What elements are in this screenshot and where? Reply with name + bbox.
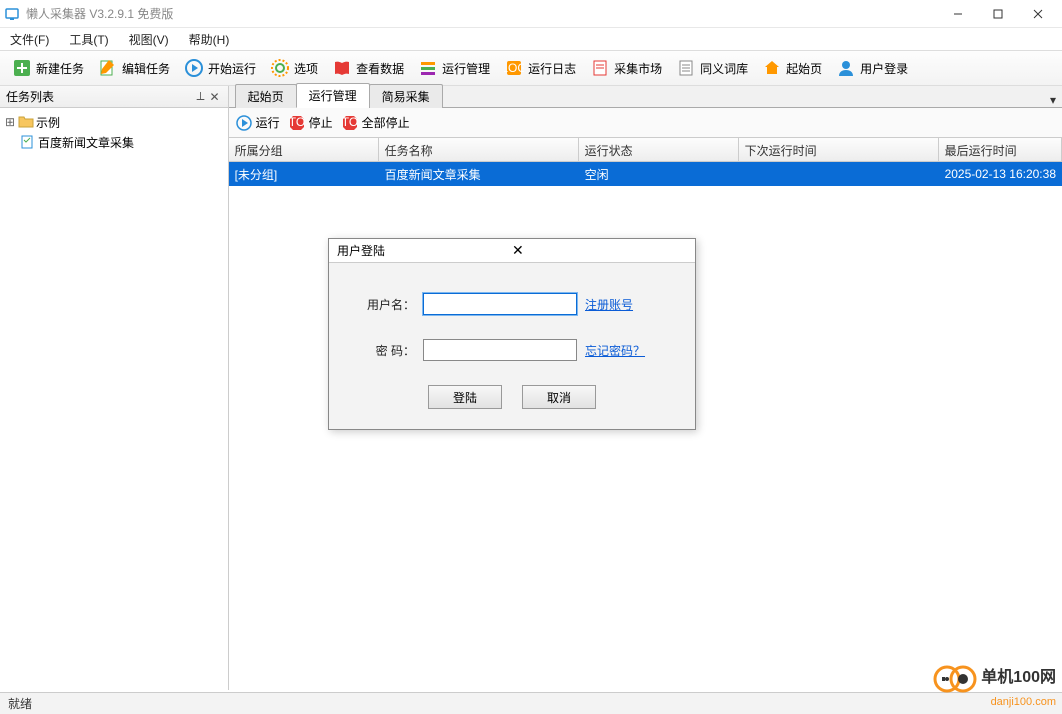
menu-tool[interactable]: 工具(T) [65,29,112,50]
sub-run-button[interactable]: 运行 [235,114,280,132]
watermark: 单机100网 danji100.com [932,663,1056,708]
options-button[interactable]: 选项 [264,56,324,80]
plus-icon [12,58,32,78]
cancel-button[interactable]: 取消 [522,385,596,409]
status-text: 就绪 [8,695,32,712]
username-label: 用户名： [349,296,415,313]
play-icon [235,114,253,132]
manage-icon [418,58,438,78]
statusbar: 就绪 [0,692,1062,714]
app-icon [4,6,20,22]
titlebar: 懒人采集器 V3.2.9.1 免费版 [0,0,1062,28]
col-group[interactable]: 所属分组 [229,138,379,161]
forgot-password-link[interactable]: 忘记密码？ [585,342,645,359]
toolbar: 新建任务 编辑任务 开始运行 选项 查看数据 运行管理 LOG运行日志 采集市场… [0,50,1062,86]
start-page-button[interactable]: 起始页 [756,56,828,80]
close-button[interactable] [1018,0,1058,28]
tabstrip: 起始页 运行管理 简易采集 ▾ [229,86,1062,108]
col-last-run[interactable]: 最后运行时间 [939,138,1062,161]
tree-group-item[interactable]: ⊞ 示例 [2,112,226,132]
tab-simple-collect[interactable]: 简易采集 [369,84,443,108]
edit-icon [98,58,118,78]
maximize-button[interactable] [978,0,1018,28]
expand-icon[interactable]: ⊞ [4,115,16,129]
user-icon [836,58,856,78]
watermark-icon [932,664,978,694]
log-icon: LOG [504,58,524,78]
tab-dropdown-icon[interactable]: ▾ [1044,93,1062,107]
sidebar-title: 任务列表 [6,88,54,105]
market-icon [590,58,610,78]
book-icon [332,58,352,78]
view-data-button[interactable]: 查看数据 [326,56,410,80]
subtoolbar: 运行 STOP停止 STOP全部停止 [229,108,1062,138]
password-input[interactable] [423,339,577,361]
tab-start-page[interactable]: 起始页 [235,84,297,108]
watermark-text: 单机100网 [981,669,1056,686]
dialog-close-icon[interactable]: ✕ [512,242,687,259]
stop-icon: STOP [288,114,306,132]
table-row[interactable]: [未分组] 百度新闻文章采集 空闲 2025-02-13 16:20:38 [229,162,1062,186]
menu-view[interactable]: 视图(V) [125,29,173,50]
svg-text:STOP: STOP [341,115,359,129]
sub-stop-all-button[interactable]: STOP全部停止 [341,114,410,132]
username-input[interactable] [423,293,577,315]
folder-icon [18,115,34,129]
sidebar: 任务列表 ⟂ ✕ ⊞ 示例 百度新闻文章采集 [0,86,229,690]
run-manage-button[interactable]: 运行管理 [412,56,496,80]
dialog-titlebar: 用户登陆 ✕ [329,239,695,263]
password-label: 密 码： [349,342,415,359]
stop-all-icon: STOP [341,114,359,132]
dict-icon [676,58,696,78]
tree-task-item[interactable]: 百度新闻文章采集 [2,132,226,152]
start-run-button[interactable]: 开始运行 [178,56,262,80]
edit-task-button[interactable]: 编辑任务 [92,56,176,80]
col-task-name[interactable]: 任务名称 [379,138,579,161]
user-login-button[interactable]: 用户登录 [830,56,914,80]
sub-stop-button[interactable]: STOP停止 [288,114,333,132]
sidebar-header: 任务列表 ⟂ ✕ [0,86,228,108]
new-task-button[interactable]: 新建任务 [6,56,90,80]
watermark-url: danji100.com [991,696,1056,708]
play-icon [184,58,204,78]
login-button[interactable]: 登陆 [428,385,502,409]
run-log-button[interactable]: LOG运行日志 [498,56,582,80]
market-button[interactable]: 采集市场 [584,56,668,80]
grid-header: 所属分组 任务名称 运行状态 下次运行时间 最后运行时间 [229,138,1062,162]
col-next-run[interactable]: 下次运行时间 [739,138,939,161]
svg-text:STOP: STOP [288,115,306,129]
login-dialog: 用户登陆 ✕ 用户名： 注册账号 密 码： 忘记密码？ 登陆 取消 [328,238,696,430]
tab-run-manage[interactable]: 运行管理 [296,83,370,108]
register-link[interactable]: 注册账号 [585,296,633,313]
svg-text:LOG: LOG [504,61,524,75]
task-icon [20,135,34,149]
window-title: 懒人采集器 V3.2.9.1 免费版 [26,5,938,22]
col-status[interactable]: 运行状态 [579,138,739,161]
minimize-button[interactable] [938,0,978,28]
menu-help[interactable]: 帮助(H) [185,29,234,50]
dialog-title: 用户登陆 [337,242,512,259]
menubar: 文件(F) 工具(T) 视图(V) 帮助(H) [0,28,1062,50]
sidebar-close-icon[interactable]: ✕ [208,90,222,104]
synonym-button[interactable]: 同义词库 [670,56,754,80]
gear-icon [270,58,290,78]
pin-icon[interactable]: ⟂ [194,89,208,104]
home-icon [762,58,782,78]
menu-file[interactable]: 文件(F) [6,29,53,50]
task-tree: ⊞ 示例 百度新闻文章采集 [0,108,228,156]
